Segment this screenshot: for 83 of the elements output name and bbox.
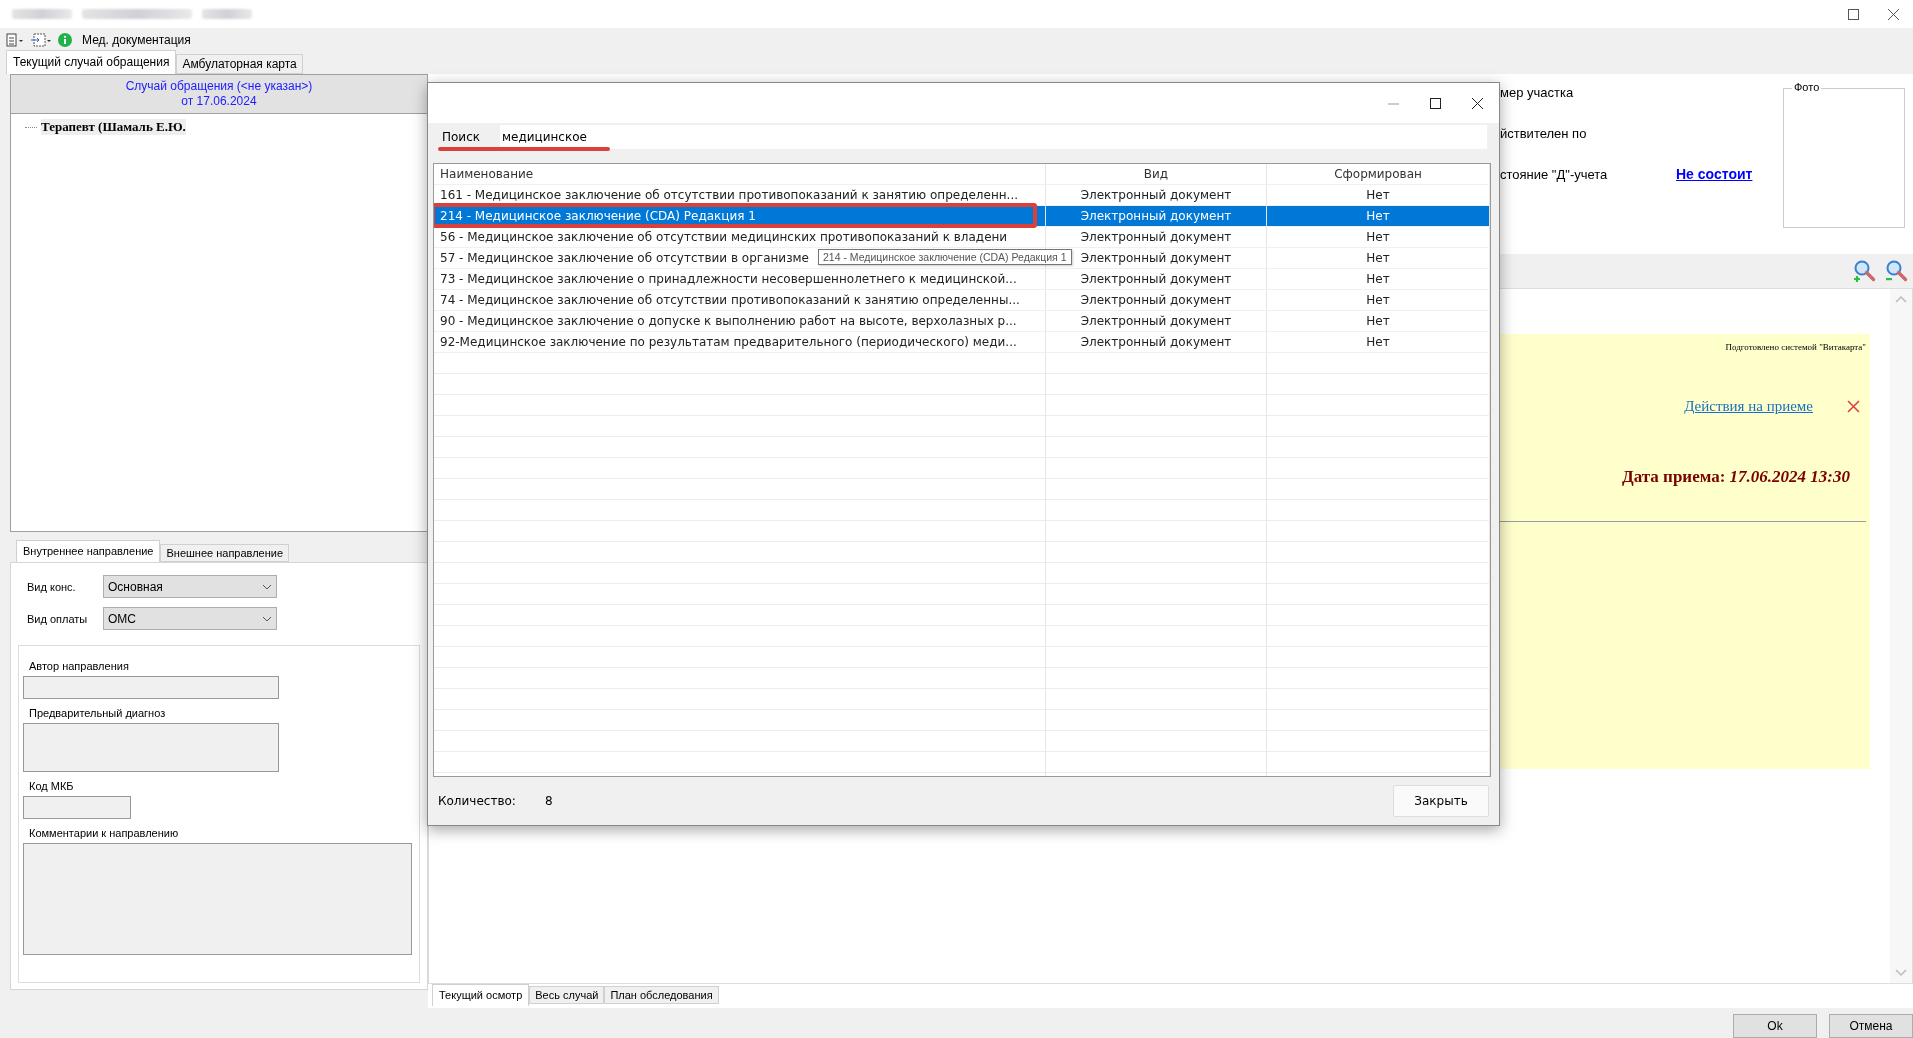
table-cell: Электронный документ (1046, 311, 1267, 331)
search-label: Поиск (441, 130, 481, 144)
table-row[interactable]: 214 - Медицинское заключение (CDA) Редакция 1 Электронный документ Нет (434, 206, 1490, 227)
close-icon[interactable] (1847, 400, 1860, 413)
main-tab[interactable]: Текущий случай обращения (6, 50, 177, 74)
info-label: йствителен по (1500, 125, 1588, 141)
dispensary-status-link[interactable]: Не состоит (1676, 166, 1753, 182)
table-cell: Электронный документ (1046, 227, 1267, 247)
info-icon[interactable] (58, 33, 72, 47)
table-cell: Электронный документ (1046, 332, 1267, 352)
search-field[interactable]: медицинское (500, 125, 1487, 149)
info-label: мер участка (1500, 84, 1575, 100)
table-row[interactable]: 90 - Медицинское заключение о допуске к выполнению работ на высоте, верхолазных р... Электронный документ Нет (434, 311, 1490, 332)
document-dropdown-icon[interactable] (6, 33, 24, 47)
table-cell: Нет (1267, 185, 1490, 205)
field-label: Вид оплаты (27, 612, 89, 625)
document-tab[interactable]: План обследования (604, 986, 719, 1004)
table-cell: Нет (1267, 290, 1490, 310)
field-label: Комментарии к направлению (28, 827, 180, 839)
author-field[interactable] (23, 676, 279, 699)
field-label: Вид конс. (27, 580, 77, 593)
maximize-button[interactable] (1845, 6, 1861, 22)
table-cell: 73 - Медицинское заключение о принадлежности несовершеннолетнего к медицинской... (434, 269, 1046, 289)
table-cell: Нет (1267, 248, 1490, 268)
table-cell: Электронный документ (1046, 290, 1267, 310)
redacted-title (202, 9, 252, 19)
ok-button[interactable]: Ok (1733, 1014, 1817, 1038)
payment-type-select[interactable]: ОМС (103, 607, 277, 630)
visit-date: Дата приема: 17.06.2024 13:30 (1622, 467, 1851, 487)
toolbar-title: Мед. документация (82, 33, 191, 47)
consult-type-select[interactable]: Основная (103, 575, 277, 598)
document-tab[interactable]: Весь случай (529, 986, 605, 1004)
table-cell: Электронный документ (1046, 185, 1267, 205)
column-header[interactable]: Сформирован (1267, 164, 1490, 184)
mkb-code-field[interactable] (23, 796, 131, 819)
table-cell: 56 - Медицинское заключение об отсутствии медицинских противопоказаний к владени (434, 227, 1046, 247)
field-label: Код МКБ (28, 780, 75, 792)
document-tab[interactable]: Текущий осмотр (432, 984, 530, 1006)
table-cell: Нет (1267, 206, 1490, 226)
info-label: стояние "Д"-учета (1500, 166, 1609, 182)
table-cell: Электронный документ (1046, 206, 1267, 226)
redacted-title (12, 9, 72, 19)
main-tab[interactable]: Амбулаторная карта (176, 54, 303, 74)
table-cell: Нет (1267, 311, 1490, 331)
referral-tab[interactable]: Внутреннее направление (16, 540, 161, 562)
table-cell: Электронный документ (1046, 269, 1267, 289)
form-dropdown-icon[interactable] (30, 33, 52, 47)
actions-link[interactable]: Действия на приеме (1684, 398, 1813, 415)
table-cell: 74 - Медицинское заключение об отсутствии противопоказаний к занятию определенны... (434, 290, 1046, 310)
comment-field[interactable] (23, 843, 412, 955)
photo-label: Фото (1792, 81, 1822, 93)
field-label: Автор направления (28, 660, 130, 672)
table-row[interactable]: 92-Медицинское заключение по результатам предварительного (периодического) меди... Электронный документ Нет (434, 332, 1490, 353)
tooltip: 214 - Медицинское заключение (CDA) Редакция 1 (818, 249, 1072, 265)
cancel-button[interactable]: Отмена (1829, 1014, 1913, 1038)
table-cell: Нет (1267, 332, 1490, 352)
column-header[interactable]: Наименование (434, 164, 1046, 184)
chevron-down-icon (262, 615, 272, 622)
table-cell: 90 - Медицинское заключение о допуске к выполнению работ на высоте, верхолазных р... (434, 311, 1046, 331)
chevron-down-icon (262, 583, 272, 590)
tree-item[interactable]: Терапевт (Шамаль Е.Ю. (41, 119, 186, 135)
table-cell: 161 - Медицинское заключение об отсутствии противопоказаний к занятию определенн... (434, 185, 1046, 205)
table-cell: Нет (1267, 227, 1490, 247)
table-row[interactable]: 73 - Медицинское заключение о принадлежности несовершеннолетнего к медицинской... Электронный документ Нет (434, 269, 1490, 290)
diagnosis-field[interactable] (23, 723, 279, 772)
case-date: от 17.06.2024 (181, 94, 257, 109)
case-title: Случай обращения (<не указан>) (125, 79, 313, 94)
maximize-button[interactable] (1427, 95, 1443, 111)
count-value: 8 (545, 794, 553, 808)
zoom-out-icon[interactable] (1885, 259, 1909, 283)
zoom-in-icon[interactable] (1853, 259, 1877, 283)
close-button[interactable] (1469, 95, 1485, 111)
close-button[interactable] (1885, 6, 1901, 22)
column-header[interactable]: Вид (1046, 164, 1267, 184)
field-label: Предварительный диагноз (28, 707, 167, 719)
table-row[interactable]: 56 - Медицинское заключение об отсутствии медицинских противопоказаний к владени Электронный документ Нет (434, 227, 1490, 248)
table-cell: Нет (1267, 269, 1490, 289)
prepared-by-note: Подготовлено системой "Витакарта" (1725, 342, 1866, 352)
close-dialog-button[interactable]: Закрыть (1393, 785, 1489, 817)
referral-tab[interactable]: Внешнее направление (160, 544, 290, 562)
table-cell: 92-Медицинское заключение по результатам предварительного (периодического) меди... (434, 332, 1046, 352)
count-label: Количество: (438, 794, 517, 808)
table-row[interactable]: 74 - Медицинское заключение об отсутствии противопоказаний к занятию определенны... Электронный документ Нет (434, 290, 1490, 311)
